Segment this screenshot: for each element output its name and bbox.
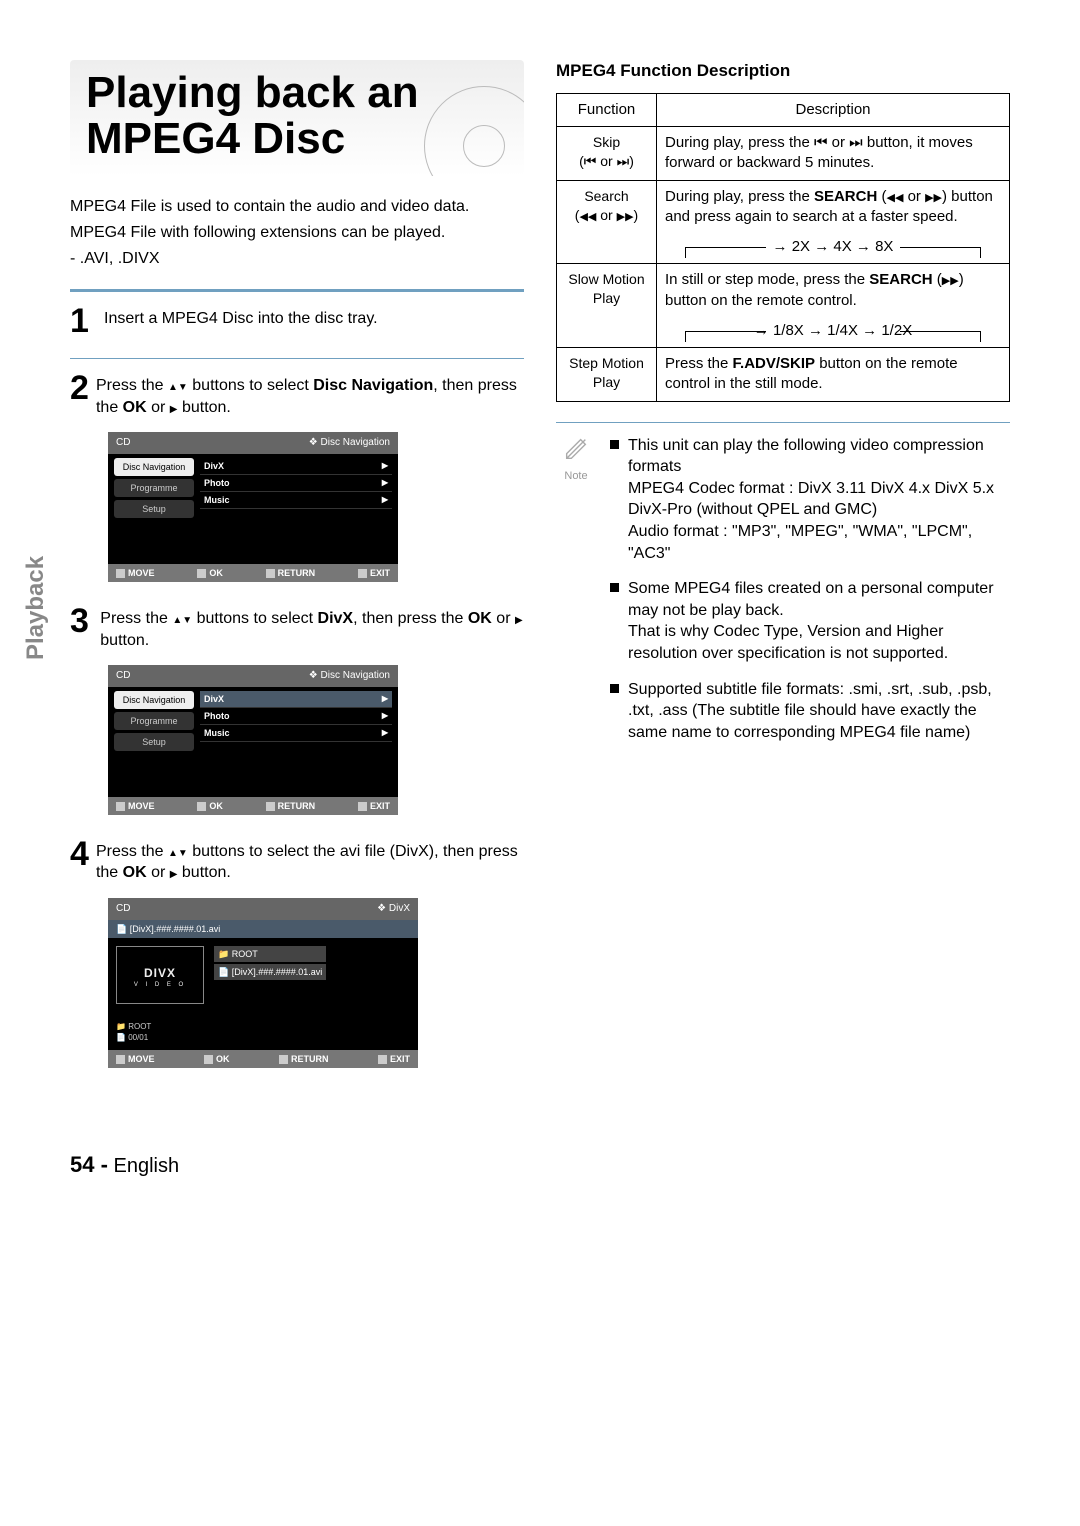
osd-move: MOVE: [116, 800, 155, 812]
step-1: 1 Insert a MPEG4 Disc into the disc tray…: [70, 304, 524, 338]
row-step: Step Motion Play: [557, 348, 657, 402]
note-label: Note: [556, 469, 596, 484]
osd-move: MOVE: [116, 567, 155, 579]
osd-folder-root: ROOT: [214, 946, 326, 962]
osd-exit: EXIT: [358, 567, 390, 579]
desc-skip: During play, press the or button, it mov…: [657, 127, 1010, 181]
function-table-title: MPEG4 Function Description: [556, 60, 1010, 83]
osd-move: MOVE: [116, 1053, 155, 1065]
play-icon: [515, 610, 523, 627]
desc-step: Press the F.ADV/SKIP button on the remot…: [657, 348, 1010, 402]
divider: [70, 358, 524, 359]
osd-file: [DivX].###.####.01.avi: [214, 964, 326, 980]
desc-slow: In still or step mode, press the SEARCH …: [657, 264, 1010, 348]
row-skip: Skip ( or ): [557, 127, 657, 181]
up-icon: [168, 377, 178, 394]
pencil-icon: [562, 435, 590, 463]
osd-exit: EXIT: [378, 1053, 410, 1065]
up-icon: [172, 610, 182, 627]
section-tab: Playback: [20, 556, 52, 660]
note-item-2: Some MPEG4 files created on a personal c…: [610, 578, 1010, 664]
down-icon: [182, 610, 192, 627]
skip-next-icon: [617, 153, 630, 169]
note-item-3: Supported subtitle file formats: .smi, .…: [610, 679, 1010, 744]
note-item-1: This unit can play the following video c…: [610, 435, 1010, 565]
osd-screenshot-file: CD ❖ DivX [DivX].###.####.01.avi DIVX V …: [108, 898, 418, 1068]
slow-speed-chain: → 1/8X → 1/4X → 1/2X: [665, 321, 1001, 341]
osd-counter: 00/01: [116, 1033, 151, 1044]
osd-return: RETURN: [279, 1053, 329, 1065]
skip-prev-icon: [814, 134, 828, 151]
osd-ok: OK: [197, 800, 223, 812]
osd-row-music: Music: [200, 492, 392, 509]
osd-return: RETURN: [266, 567, 316, 579]
desc-search: During play, press the SEARCH ( or ) but…: [657, 180, 1010, 264]
play-icon: [170, 399, 178, 416]
divider: [70, 289, 524, 292]
rewind-icon: [579, 207, 596, 223]
osd-row-divx: DivX: [200, 458, 392, 475]
osd-row-divx: DivX: [200, 691, 392, 708]
osd-row-photo: Photo: [200, 475, 392, 492]
osd-row-photo: Photo: [200, 708, 392, 725]
search-speed-chain: → 2X → 4X → 8X: [665, 237, 1001, 257]
section-title-box: Playing back an MPEG4 Disc: [70, 60, 524, 176]
skip-prev-icon: [584, 153, 597, 169]
row-slow: Slow Motion Play: [557, 264, 657, 348]
osd-exit: EXIT: [358, 800, 390, 812]
intro-text: MPEG4 File is used to contain the audio …: [70, 196, 524, 269]
up-icon: [168, 843, 178, 860]
osd-return: RETURN: [266, 800, 316, 812]
osd-tab-setup: Setup: [114, 500, 194, 518]
divider: [556, 422, 1010, 423]
osd-screenshot-nav: CD ❖ Disc Navigation Disc Navigation Pro…: [108, 432, 398, 582]
osd-ok: OK: [204, 1053, 230, 1065]
col-description: Description: [657, 93, 1010, 126]
down-icon: [178, 377, 188, 394]
forward-icon: [617, 207, 634, 223]
osd-root-label: ROOT: [116, 1022, 151, 1033]
osd-screenshot-divx: CD ❖ Disc Navigation Disc Navigation Pro…: [108, 665, 398, 815]
osd-tab-discnav: Disc Navigation: [114, 691, 194, 709]
function-table: Function Description Skip ( or ) During …: [556, 93, 1010, 402]
step-3: 3 Press the buttons to select DivX, then…: [70, 604, 524, 651]
osd-tab-programme: Programme: [114, 712, 194, 730]
osd-row-music: Music: [200, 725, 392, 742]
page-footer: 54 - English: [70, 1150, 1010, 1180]
row-search: Search ( or ): [557, 180, 657, 264]
forward-icon: [925, 188, 942, 205]
down-icon: [178, 843, 188, 860]
osd-tab-programme: Programme: [114, 479, 194, 497]
osd-selected-file: [DivX].###.####.01.avi: [108, 920, 418, 938]
note-block: Note This unit can play the following vi…: [556, 435, 1010, 758]
skip-next-icon: [849, 134, 863, 151]
osd-tab-discnav: Disc Navigation: [114, 458, 194, 476]
step-2: 2 Press the buttons to select Disc Navig…: [70, 371, 524, 418]
forward-icon: [942, 271, 959, 288]
osd-ok: OK: [197, 567, 223, 579]
rewind-icon: [886, 188, 903, 205]
col-function: Function: [557, 93, 657, 126]
osd-tab-setup: Setup: [114, 733, 194, 751]
step-4: 4 Press the buttons to select the avi fi…: [70, 837, 524, 884]
divx-logo: DIVX V I D E O: [116, 946, 204, 1004]
